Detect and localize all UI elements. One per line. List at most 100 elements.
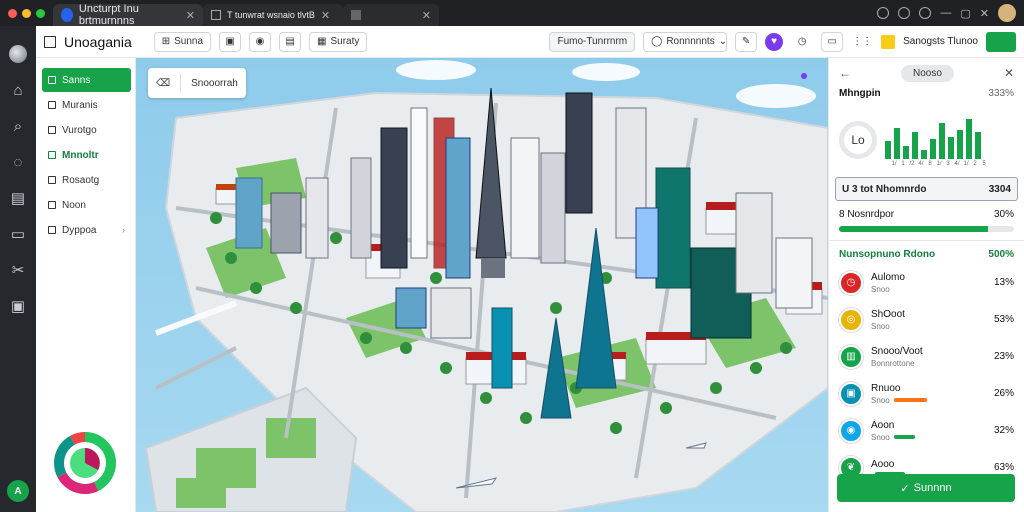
chevron-down-icon: ⌄: [718, 36, 728, 47]
maximize-window-button[interactable]: [36, 8, 45, 18]
category-item[interactable]: ▣ Rnuoo Snoo 26%: [829, 375, 1024, 412]
category-bar: [893, 398, 927, 402]
camera-icon[interactable]: ◉: [249, 31, 272, 52]
bar-tick: 2: [973, 161, 977, 167]
bar: [921, 150, 927, 159]
doc-icon: [211, 10, 221, 20]
panel-title-pill[interactable]: Nooso: [901, 64, 954, 82]
nav-item[interactable]: Mnnoltr: [42, 143, 131, 167]
gauge-value: Lo: [851, 133, 865, 147]
gauge-row: Lo: [839, 103, 1014, 159]
clock-icon[interactable]: ◷: [791, 31, 814, 52]
section-title: Mhngpin: [839, 88, 881, 99]
category-sub-label: Snoo: [871, 395, 890, 405]
browser-tab[interactable]: ✕: [343, 4, 439, 26]
document-icon[interactable]: ▤: [0, 180, 36, 216]
nav-item-label: Mnnoltr: [62, 149, 99, 161]
highlight-row[interactable]: U 3 tot Nhomnrdo 3304: [835, 177, 1018, 201]
menu-icon[interactable]: [44, 35, 56, 48]
apply-button[interactable]: ✓ Sunnnn: [837, 474, 1015, 502]
layer-dropdown[interactable]: ◯ Ronnnnnts ⌄: [643, 31, 728, 52]
bar-tick: 1: [901, 161, 905, 167]
app-logo[interactable]: [0, 36, 36, 72]
nav-item[interactable]: Rosaotg: [42, 168, 131, 192]
nav-item[interactable]: Dyppoa ›: [42, 218, 131, 242]
progress-value: 30%: [993, 209, 1014, 220]
minimize-icon[interactable]: —: [940, 7, 951, 19]
browser-tab-active[interactable]: Uncturpt Inu brtmurnnns ✕: [53, 3, 203, 27]
search-icon[interactable]: ⌕: [0, 108, 36, 144]
category-value: 13%: [993, 277, 1014, 288]
building-icon: ▥: [839, 344, 863, 369]
apps-icon[interactable]: ⋮⋮: [851, 31, 874, 52]
close-icon[interactable]: ✕: [980, 7, 989, 20]
profile-avatar[interactable]: [998, 4, 1016, 22]
category-list: ◷ Aulomo Snoo 13% ◎ ShOoot Snoo 53% ▥ Snooo/Voot B…: [829, 264, 1024, 486]
list-header: Nunsopnuno Rdono 500%: [829, 249, 1024, 260]
restore-icon[interactable]: ▢: [960, 7, 970, 20]
map-toolbar-label[interactable]: Snooorrah: [191, 78, 238, 89]
close-tab-icon[interactable]: ✕: [422, 9, 431, 22]
share-icon: [48, 226, 56, 234]
bar-tick: 3: [946, 161, 950, 167]
pen-icon[interactable]: ✎: [735, 31, 758, 52]
extension-icon[interactable]: [877, 7, 890, 19]
category-item[interactable]: ◉ Aoon Snoo 32%: [829, 412, 1024, 449]
toolbar-divider: [180, 74, 182, 92]
share-button[interactable]: [986, 31, 1016, 52]
heart-icon[interactable]: ♥: [765, 32, 784, 51]
category-value: 23%: [993, 351, 1014, 362]
bar-tick: 4/: [954, 161, 960, 167]
bar: [939, 123, 945, 159]
bookmark-icon[interactable]: [919, 7, 932, 19]
book-icon[interactable]: ▣: [0, 288, 36, 324]
chat-icon[interactable]: ◌: [0, 144, 36, 180]
image-icon: [351, 10, 361, 20]
category-sub: Bonnrottone: [871, 359, 986, 368]
save-icon[interactable]: ▣: [219, 31, 242, 52]
bar: [930, 139, 936, 159]
nav-item[interactable]: Vurotgo: [42, 118, 131, 142]
tools-icon[interactable]: ✂: [0, 252, 36, 288]
summary-section: Mhngpin 333% Lo 1/1/2 4/8 1/3 4/1/2 5: [829, 88, 1024, 167]
tab-title: T tunwrat wsnaio tlvtB: [227, 10, 315, 20]
pin-icon: [48, 176, 56, 184]
toolbar-button-2[interactable]: ▦ Suraty: [309, 31, 368, 52]
category-item[interactable]: ▥ Snooo/Voot Bonnrottone 23%: [829, 338, 1024, 375]
category-item[interactable]: ◎ ShOoot Snoo 53%: [829, 301, 1024, 338]
category-sub-label: Snoo: [871, 321, 890, 331]
mini-bar-chart: [885, 115, 981, 159]
filter-button[interactable]: Fumo-Tunrrnrm: [549, 31, 636, 52]
map-canvas[interactable]: ⌫ Snooorrah: [136, 58, 828, 512]
category-value: 32%: [993, 425, 1014, 436]
layers-icon[interactable]: ▤: [279, 31, 302, 52]
side-rail: ⌂ ⌕ ◌ ▤ ▭ ✂ ▣ A: [0, 26, 36, 512]
user-avatar[interactable]: A: [7, 480, 29, 502]
close-icon[interactable]: ✕: [1004, 66, 1014, 80]
refresh-icon[interactable]: [898, 7, 911, 19]
train-icon: ◉: [839, 418, 863, 443]
chat-bubble-icon[interactable]: ▭: [821, 31, 844, 52]
toolbar-button-1[interactable]: ⊞ Sunna: [153, 31, 212, 52]
image-icon[interactable]: ▭: [0, 216, 36, 252]
gauge: Lo: [839, 121, 877, 159]
divider: [829, 240, 1024, 241]
app-title: Unoagania: [64, 33, 132, 50]
map-marker-icon[interactable]: [801, 73, 807, 79]
browser-tab[interactable]: T tunwrat wsnaio tlvtB ✕: [203, 4, 343, 26]
eraser-icon[interactable]: ⌫: [156, 78, 170, 89]
nav-item[interactable]: Noon: [42, 193, 131, 217]
category-text: Snooo/Voot Bonnrottone: [871, 346, 986, 368]
home-icon[interactable]: ⌂: [0, 72, 36, 108]
minimize-window-button[interactable]: [22, 8, 31, 18]
nav-item[interactable]: Sanns: [42, 68, 131, 92]
right-label: Sanogsts Tlunoo: [903, 36, 978, 47]
close-tab-icon[interactable]: ✕: [186, 9, 195, 22]
category-item[interactable]: ◷ Aulomo Snoo 13%: [829, 264, 1024, 301]
close-window-button[interactable]: [8, 8, 17, 18]
close-tab-icon[interactable]: ✕: [321, 9, 330, 22]
back-icon[interactable]: ←: [839, 66, 851, 80]
bar: [957, 129, 963, 159]
nav-item[interactable]: Muranis: [42, 93, 131, 117]
globe-icon: [9, 45, 27, 63]
